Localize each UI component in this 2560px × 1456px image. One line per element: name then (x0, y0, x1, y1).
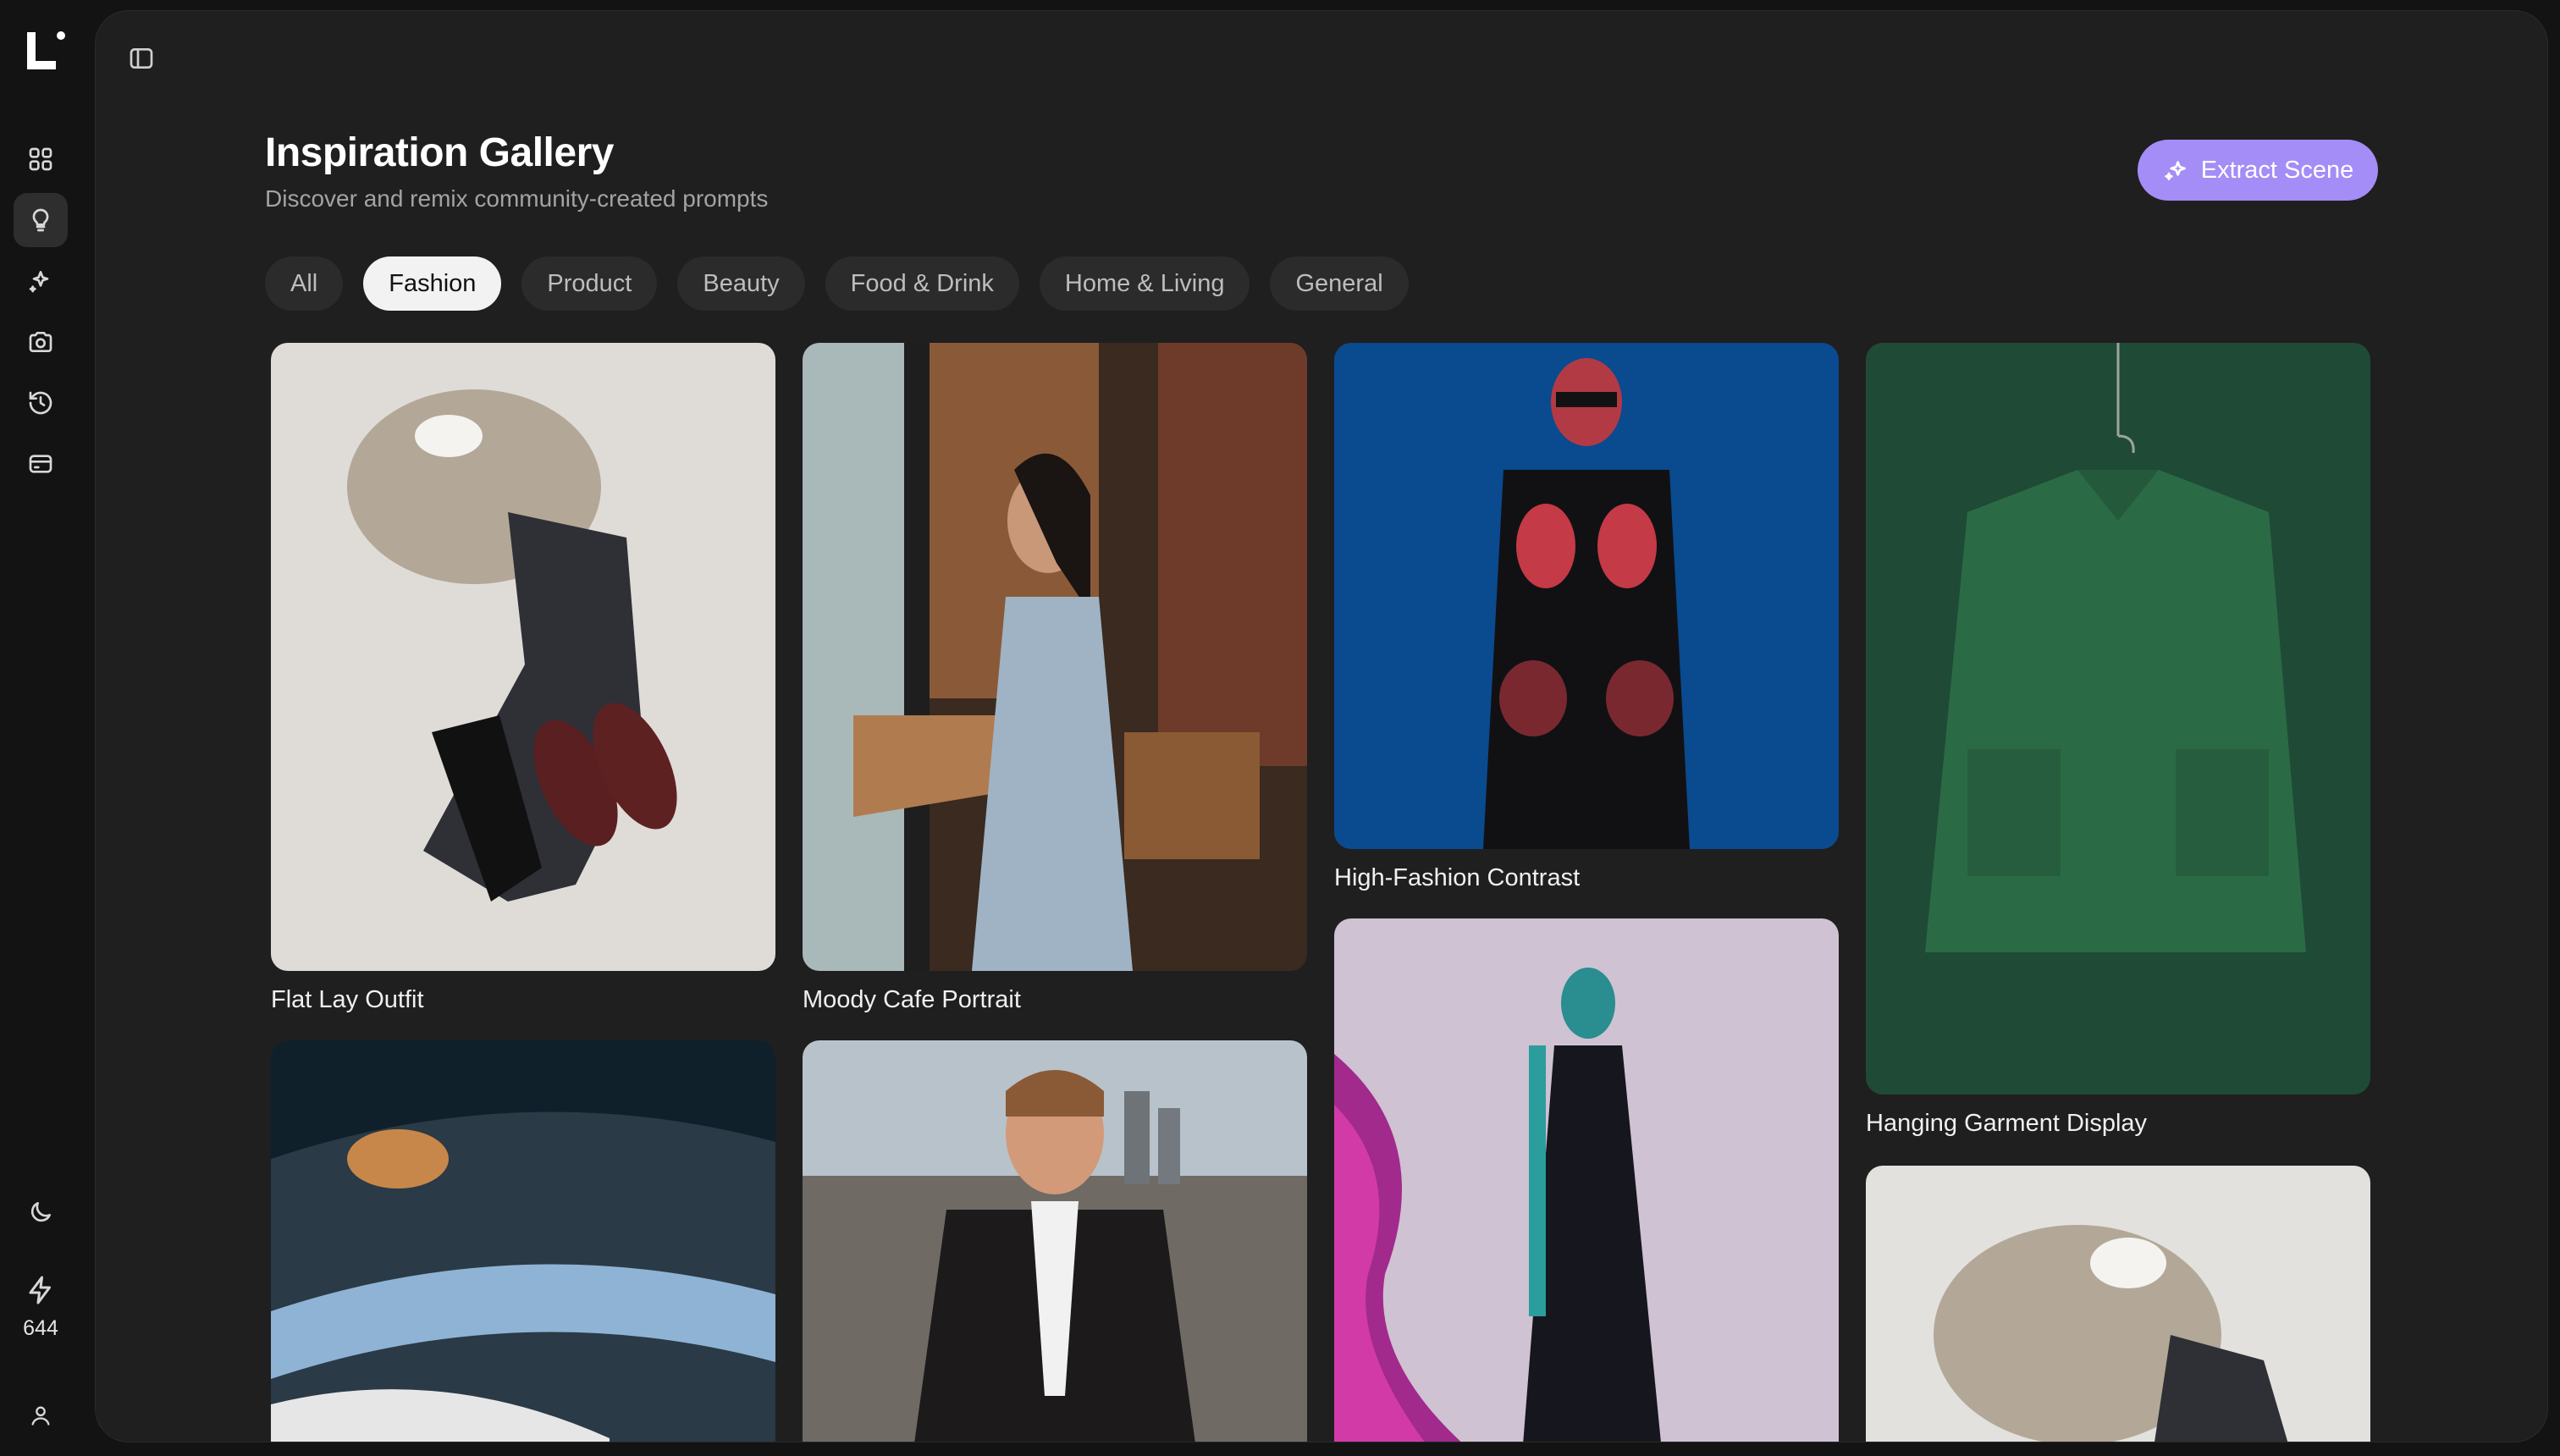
panel-toggle-button[interactable] (114, 31, 168, 85)
main-panel: Inspiration Gallery Discover and remix c… (95, 10, 2548, 1442)
page-title: Inspiration Gallery (265, 130, 614, 175)
tab-beauty[interactable]: Beauty (677, 256, 805, 311)
history-icon (29, 391, 52, 415)
card-title: Moody Cafe Portrait (803, 986, 1021, 1013)
gallery-image (1866, 343, 2370, 1095)
app-logo[interactable] (24, 29, 68, 73)
user-icon (31, 1406, 50, 1426)
gallery-image (271, 1040, 775, 1442)
sidebar-item-generate[interactable] (14, 254, 68, 308)
credits-count: 644 (23, 1316, 58, 1340)
sidebar-toggle-icon (130, 48, 153, 69)
lightning-icon (29, 1276, 51, 1304)
tab-general[interactable]: General (1270, 256, 1409, 311)
gallery-card[interactable]: High-Fashion Contrast (1334, 343, 1839, 892)
tab-fashion[interactable]: Fashion (363, 256, 502, 311)
tab-all[interactable]: All (265, 256, 344, 311)
extract-scene-label: Extract Scene (2200, 156, 2354, 184)
theme-toggle-button[interactable] (14, 1185, 68, 1239)
gallery-image (1866, 1166, 2370, 1442)
tab-home-living[interactable]: Home & Living (1039, 256, 1250, 311)
gallery-card[interactable] (1866, 1166, 2370, 1442)
gallery-image (1334, 918, 1839, 1442)
camera-icon (29, 332, 52, 352)
sidebar-item-dashboard[interactable] (14, 132, 68, 186)
grid-icon (29, 147, 52, 171)
credit-card-icon (29, 455, 52, 473)
sidebar-item-history[interactable] (14, 376, 68, 430)
gallery-card[interactable]: Flat Lay Outfit (271, 343, 775, 1014)
card-title: High-Fashion Contrast (1334, 864, 1581, 891)
sidebar-item-billing[interactable] (14, 437, 68, 491)
sparkle-icon (2165, 161, 2186, 180)
tab-product[interactable]: Product (521, 256, 658, 311)
gallery-card[interactable] (803, 1040, 1307, 1442)
gallery-card[interactable] (1334, 918, 1839, 1442)
gallery-image (803, 1040, 1307, 1442)
page-subtitle: Discover and remix community-created pro… (265, 185, 769, 212)
tab-food-drink[interactable]: Food & Drink (825, 256, 1019, 311)
sparkle-icon (29, 271, 49, 293)
extract-scene-button[interactable]: Extract Scene (2138, 140, 2378, 201)
card-title: Flat Lay Outfit (271, 986, 424, 1013)
sidebar-item-photo[interactable] (14, 315, 68, 369)
category-tabs: All Fashion Product Beauty Food & Drink … (265, 256, 1409, 311)
gallery-image (271, 343, 775, 971)
credits-counter[interactable]: 644 (0, 1275, 81, 1341)
gallery-card[interactable] (271, 1040, 775, 1442)
gallery-image (803, 343, 1307, 971)
gallery-card[interactable]: Hanging Garment Display (1866, 343, 2370, 1138)
sidebar-item-inspiration[interactable] (14, 193, 68, 247)
account-button[interactable] (14, 1388, 68, 1442)
card-title: Hanging Garment Display (1866, 1110, 2148, 1137)
moon-icon (30, 1202, 51, 1222)
lightbulb-icon (32, 208, 49, 232)
sidebar: 644 (0, 0, 95, 1456)
gallery-image (1334, 343, 1839, 849)
gallery-card[interactable]: Moody Cafe Portrait (803, 343, 1307, 1014)
